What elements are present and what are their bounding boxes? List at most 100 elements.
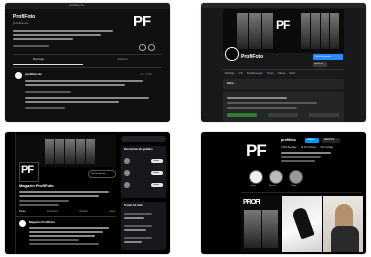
tweet-line — [29, 235, 95, 237]
grid-post-3[interactable] — [323, 196, 363, 252]
profile-logo: PF — [133, 13, 151, 30]
post-text-line — [25, 91, 71, 93]
instagram-icon[interactable] — [139, 44, 146, 51]
tweet-line — [29, 231, 103, 233]
tab-threads[interactable]: Beiträge — [33, 58, 44, 61]
profile-tabs: Posts Antworten Medien Likes — [19, 210, 115, 213]
tweet-line — [29, 227, 109, 229]
avatar-logo: PF — [21, 164, 34, 176]
page-nav: Beiträge Info Erwähnungen Fotos Videos M… — [225, 72, 295, 75]
banner-thumbnails — [45, 139, 96, 164]
nav-more[interactable]: Mehr — [289, 72, 295, 75]
bio-line — [281, 160, 315, 162]
divider — [223, 69, 344, 70]
suggestion-avatar[interactable] — [124, 170, 130, 176]
profile-stats: 3.891 Beiträge 12.4K Follower 512 Gefolg… — [281, 146, 333, 149]
profile-picture[interactable] — [225, 47, 239, 61]
nav-about[interactable]: Info — [239, 72, 243, 75]
tab-posts[interactable]: Posts — [19, 210, 26, 213]
follow-button[interactable]: Folgen — [151, 183, 163, 187]
highlight-team[interactable] — [289, 170, 303, 184]
follow-button[interactable]: Folgen — [305, 138, 319, 143]
message-label: Nachricht — [324, 138, 335, 141]
tweet-author[interactable]: Magazin ProfiFoto — [29, 221, 55, 224]
follower-count[interactable]: 12.4K Follower — [301, 146, 317, 149]
avatar[interactable] — [15, 72, 22, 79]
instagram-profile-panel: PF profifoto Folgen Nachricht 3.891 Beit… — [201, 132, 366, 254]
page-name: ProfiFoto — [241, 54, 264, 60]
grid-post-2[interactable] — [282, 196, 322, 252]
bio-line — [281, 152, 331, 154]
suggestions-title: Das könnte dir gefallen — [124, 148, 153, 151]
trends-title: Trends für dich — [124, 204, 143, 207]
tweet-line — [29, 243, 99, 245]
send-message-button[interactable]: Nachricht senden — [313, 54, 343, 60]
more-icon[interactable] — [148, 44, 155, 51]
divider — [13, 67, 161, 68]
tab-media[interactable]: Medien — [79, 210, 88, 213]
divider — [13, 54, 161, 55]
nav-mentions[interactable]: Erwähnungen — [247, 72, 263, 75]
feed-card — [223, 92, 344, 122]
nav-videos[interactable]: Videos — [278, 72, 286, 75]
top-nav — [201, 3, 366, 8]
left-nav — [5, 132, 16, 254]
following-count[interactable]: 512 Gefolgt — [321, 146, 333, 149]
profile-name: ProfiFoto — [13, 14, 36, 20]
username: profifoto — [281, 138, 296, 142]
profile-avatar[interactable]: PF — [19, 162, 39, 182]
post-text-line — [25, 101, 119, 103]
edit-profile-button[interactable]: Profil bearbeiten — [88, 170, 116, 178]
grid-post-1[interactable]: PROFI — [241, 196, 281, 252]
tab-replies[interactable]: Antworten — [47, 210, 59, 213]
tweet-avatar[interactable] — [19, 220, 26, 227]
intro-title: Intro — [227, 81, 234, 85]
cover-thumbnails — [237, 13, 273, 49]
follow-button[interactable]: Folgen — [151, 171, 163, 175]
active-tab-underline — [13, 64, 83, 65]
divider — [16, 216, 116, 217]
post-author[interactable]: profifoto.de — [25, 73, 42, 76]
cover-logo: PF — [276, 18, 290, 32]
facebook-page-panel: PF ProfiFoto Nachricht senden Gefällt mi… — [201, 3, 366, 122]
highlight-events[interactable] — [269, 170, 283, 184]
tile-thumbnails — [244, 210, 278, 248]
tab-tagged[interactable]: Markiert — [117, 58, 128, 61]
profile-avatar[interactable]: PF — [245, 138, 271, 164]
portrait-body — [331, 226, 359, 252]
follow-button[interactable]: Folgen — [151, 159, 163, 163]
cover-thumbnails — [301, 13, 339, 49]
bio-line — [13, 34, 101, 36]
intro-card: Intro — [223, 79, 344, 89]
like-page-button[interactable]: Gefällt mir — [313, 62, 327, 67]
bio-line — [13, 30, 113, 32]
post-text-line — [25, 84, 125, 86]
message-button[interactable]: Nachricht — [322, 138, 340, 143]
bio-line — [281, 156, 321, 158]
highlight-label: Team — [291, 185, 297, 187]
divider — [241, 192, 362, 193]
tile-logo: PROFI — [243, 199, 260, 206]
highlight-label: Events — [269, 185, 276, 187]
url-text[interactable]: profifoto.de — [69, 4, 84, 7]
bio-line — [19, 195, 99, 197]
suggestion-avatar[interactable] — [124, 182, 130, 188]
follow-label: Folgen — [153, 172, 160, 174]
dancer-silhouette — [291, 206, 315, 240]
post-time: vor 2 Std. — [140, 72, 153, 76]
follow-label: Folgen — [153, 184, 160, 186]
post-count: 3.891 Beiträge — [281, 146, 297, 149]
tab-likes[interactable]: Likes — [109, 210, 115, 213]
x-profile-panel: PF Profil bearbeiten Magazin ProfiFoto P… — [5, 132, 170, 254]
threads-profile-panel: profifoto.de ProfiFoto profifoto.de PF B… — [5, 3, 170, 122]
browser-bar — [5, 3, 170, 9]
post-text-line — [25, 107, 65, 109]
highlight-label: Cover — [250, 185, 256, 187]
highlight-cover[interactable] — [249, 170, 263, 184]
nav-photos[interactable]: Fotos — [267, 72, 274, 75]
nav-posts[interactable]: Beiträge — [225, 72, 235, 75]
search-box[interactable] — [121, 136, 166, 142]
suggestion-avatar[interactable] — [124, 158, 130, 164]
account-name: Magazin ProfiFoto — [19, 183, 54, 188]
like-page-label: Gefällt mir — [314, 63, 324, 65]
